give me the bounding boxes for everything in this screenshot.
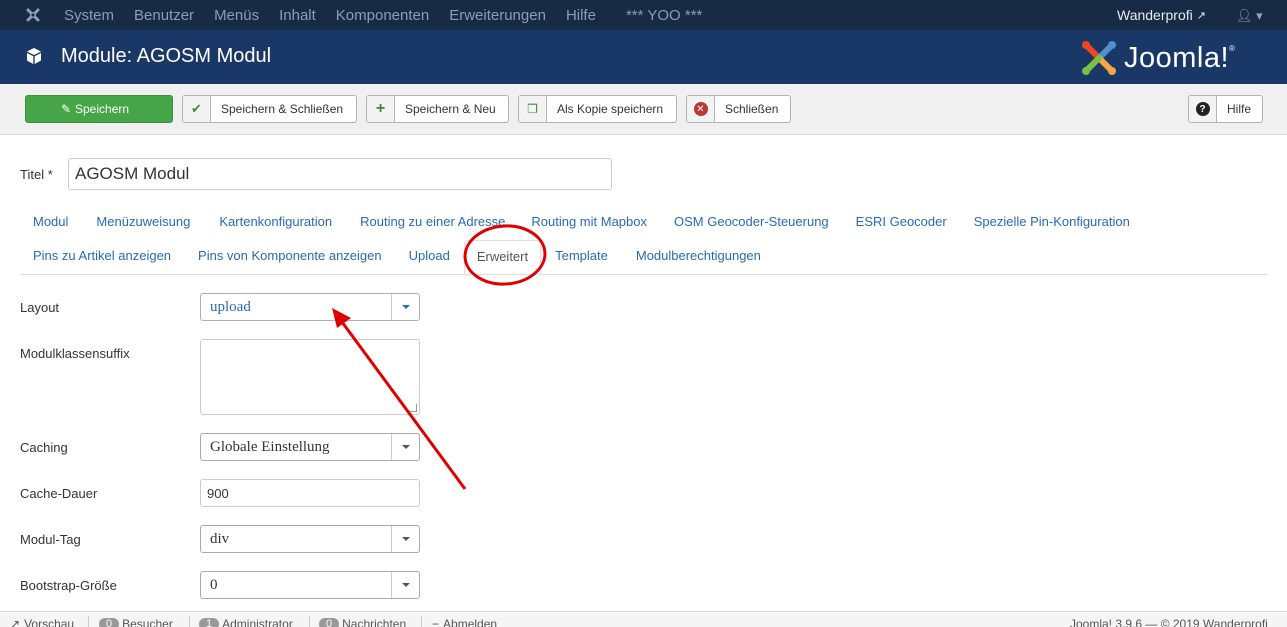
registered-mark: ® bbox=[1229, 43, 1235, 53]
messages-label: Nachrichten bbox=[342, 617, 407, 627]
save-new-button[interactable]: + Speichern & Neu bbox=[366, 95, 509, 123]
tab-osm-geocoder[interactable]: OSM Geocoder-Steuerung bbox=[661, 206, 842, 238]
help-button[interactable]: ? Hilfe bbox=[1188, 95, 1263, 123]
tab-erweitert[interactable]: Erweitert bbox=[463, 240, 542, 275]
main-menu: System Benutzer Menüs Inhalt Komponenten… bbox=[64, 0, 722, 30]
admins-label: Administrator bbox=[222, 617, 293, 627]
preview-link[interactable]: ↗ Vorschau bbox=[10, 617, 74, 627]
title-input[interactable] bbox=[68, 158, 612, 190]
menu-hilfe[interactable]: Hilfe bbox=[566, 7, 596, 24]
menu-system[interactable]: System bbox=[64, 7, 114, 24]
caching-select-value: Globale Einstellung bbox=[210, 438, 330, 455]
close-circle-icon: ✕ bbox=[687, 96, 715, 122]
tab-template[interactable]: Template bbox=[542, 240, 621, 275]
visitors-count-badge: 0 bbox=[99, 618, 120, 627]
cache-time-label: Cache-Dauer bbox=[20, 486, 98, 501]
status-divider bbox=[189, 616, 190, 627]
tab-pins-komponente[interactable]: Pins von Komponente anzeigen bbox=[185, 240, 395, 275]
page-title: Module: AGOSM Modul bbox=[61, 45, 272, 67]
version-text: Joomla! 3.9.6 — © 2019 Wanderprofi bbox=[1070, 617, 1268, 627]
logout-link[interactable]: − Abmelden bbox=[432, 617, 497, 627]
layout-select[interactable]: upload bbox=[200, 293, 420, 321]
tab-row-2: Pins zu Artikel anzeigen Pins von Kompon… bbox=[20, 240, 774, 275]
top-navbar: System Benutzer Menüs Inhalt Komponenten… bbox=[0, 0, 1287, 30]
admins-item[interactable]: 1 Administrator bbox=[199, 617, 293, 627]
save-close-button[interactable]: ✔ Speichern & Schließen bbox=[182, 95, 357, 123]
external-link-icon: ↗ bbox=[10, 617, 21, 627]
menu-inhalt[interactable]: Inhalt bbox=[279, 7, 316, 24]
save-copy-button[interactable]: ❐ Als Kopie speichern bbox=[518, 95, 677, 123]
menu-benutzer[interactable]: Benutzer bbox=[134, 7, 194, 24]
module-tag-select[interactable]: div bbox=[200, 525, 420, 553]
tab-routing-adresse[interactable]: Routing zu einer Adresse bbox=[347, 206, 518, 238]
visitors-label: Besucher bbox=[122, 617, 173, 627]
menu-komponenten[interactable]: Komponenten bbox=[336, 7, 429, 24]
logout-label: Abmelden bbox=[443, 617, 498, 627]
edit-icon: ✎ bbox=[60, 102, 71, 116]
tab-upload[interactable]: Upload bbox=[396, 240, 463, 275]
bootstrap-select[interactable]: 0 bbox=[200, 571, 420, 599]
external-link-icon: ↗ bbox=[1196, 9, 1206, 22]
cache-time-input[interactable]: 900 bbox=[200, 479, 420, 507]
layout-select-value: upload bbox=[210, 298, 251, 315]
bootstrap-select-value: 0 bbox=[210, 576, 218, 593]
tab-routing-mapbox[interactable]: Routing mit Mapbox bbox=[518, 206, 660, 238]
joomla-brand: Joomla! ® bbox=[1080, 39, 1235, 77]
messages-count-badge: 0 bbox=[319, 618, 340, 627]
caching-select[interactable]: Globale Einstellung bbox=[200, 433, 420, 461]
joomla-wordmark: Joomla! bbox=[1124, 41, 1230, 74]
status-divider bbox=[309, 616, 310, 627]
tab-esri-geocoder[interactable]: ESRI Geocoder bbox=[843, 206, 960, 238]
chevron-down-icon bbox=[391, 572, 419, 598]
site-name-link[interactable]: *** YOO *** bbox=[626, 7, 702, 24]
tab-menuezuweisung[interactable]: Menüzuweisung bbox=[83, 206, 203, 238]
chevron-down-icon bbox=[391, 526, 419, 552]
check-icon: ✔ bbox=[183, 96, 211, 122]
status-divider bbox=[88, 616, 89, 627]
cube-icon bbox=[27, 48, 41, 64]
joomla-brand-icon bbox=[1082, 41, 1116, 75]
chevron-down-icon bbox=[391, 294, 419, 320]
status-divider bbox=[421, 616, 422, 627]
visitors-item[interactable]: 0 Besucher bbox=[99, 617, 173, 627]
menu-menues[interactable]: Menüs bbox=[214, 7, 259, 24]
suffix-textarea[interactable] bbox=[200, 339, 420, 415]
tab-pin-konfiguration[interactable]: Spezielle Pin-Konfiguration bbox=[961, 206, 1143, 238]
copy-icon: ❐ bbox=[519, 96, 547, 122]
layout-label: Layout bbox=[20, 300, 60, 315]
module-tag-select-value: div bbox=[210, 530, 230, 547]
preview-label: Vorschau bbox=[24, 617, 75, 627]
page-header: Module: AGOSM Modul Joomla! ® bbox=[0, 30, 1287, 84]
joomla-logo-icon[interactable] bbox=[25, 7, 41, 23]
tab-row-1: Modul Menüzuweisung Kartenkonfiguration … bbox=[20, 206, 1143, 238]
admins-count-badge: 1 bbox=[199, 618, 220, 627]
toolbar: ✎ Speichern ✔ Speichern & Schließen + Sp… bbox=[0, 84, 1287, 135]
caching-label: Caching bbox=[20, 440, 68, 455]
question-icon: ? bbox=[1189, 96, 1217, 122]
suffix-label: Modulklassensuffix bbox=[20, 346, 130, 361]
tab-divider bbox=[20, 274, 1267, 275]
plus-icon: + bbox=[367, 96, 395, 122]
minus-icon: − bbox=[432, 617, 440, 627]
site-link[interactable]: Wanderprofi ↗ bbox=[1117, 0, 1206, 30]
chevron-down-icon bbox=[391, 434, 419, 460]
save-button[interactable]: ✎ Speichern bbox=[25, 95, 173, 123]
module-tag-label: Modul-Tag bbox=[20, 532, 81, 547]
bootstrap-label: Bootstrap-Größe bbox=[20, 578, 117, 593]
status-bar: ↗ Vorschau 0 Besucher 1 Administrator 0 … bbox=[0, 611, 1287, 627]
tab-kartenkonfiguration[interactable]: Kartenkonfiguration bbox=[206, 206, 345, 238]
messages-item[interactable]: 0 Nachrichten bbox=[319, 617, 406, 627]
menu-erweiterungen[interactable]: Erweiterungen bbox=[449, 7, 546, 24]
close-button[interactable]: ✕ Schließen bbox=[686, 95, 791, 123]
tab-modulberechtigungen[interactable]: Modulberechtigungen bbox=[623, 240, 774, 275]
tab-pins-artikel[interactable]: Pins zu Artikel anzeigen bbox=[20, 240, 184, 275]
site-user-name: Wanderprofi bbox=[1117, 7, 1193, 23]
title-label: Titel * bbox=[20, 167, 53, 182]
user-menu-icon[interactable]: 👤︎ ▾ bbox=[1236, 8, 1263, 24]
tab-modul[interactable]: Modul bbox=[20, 206, 81, 238]
